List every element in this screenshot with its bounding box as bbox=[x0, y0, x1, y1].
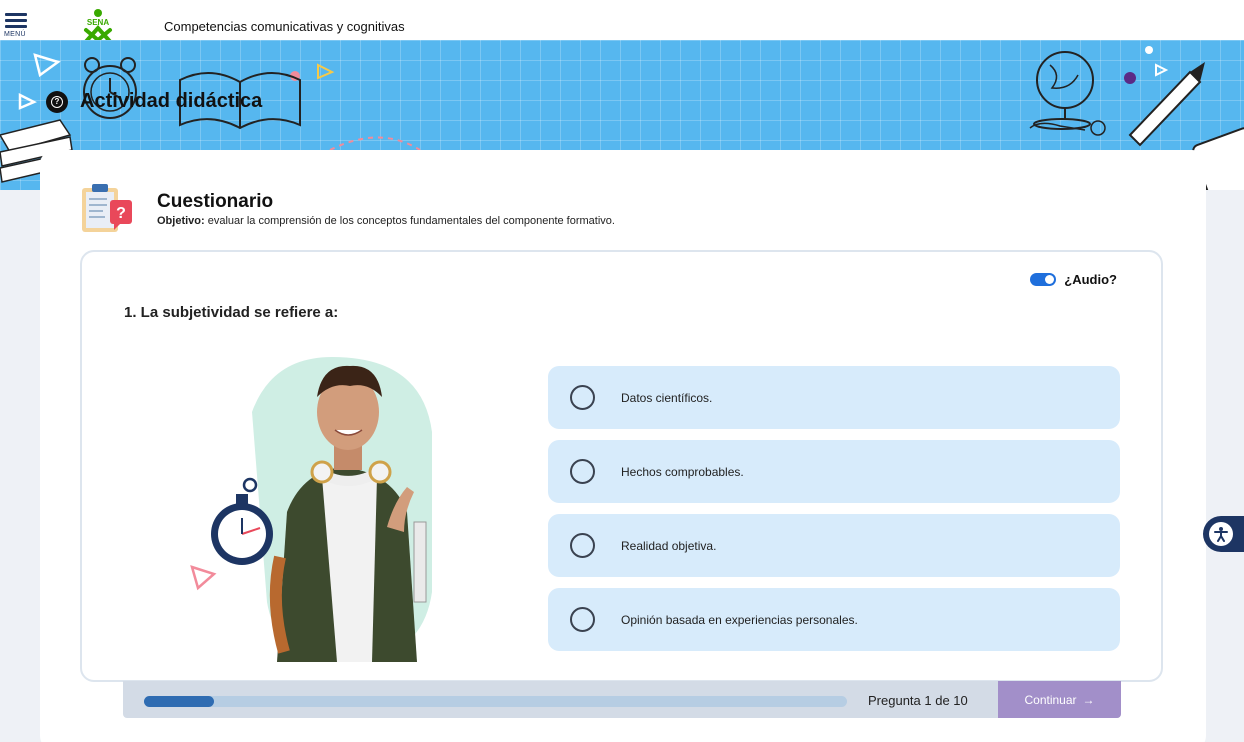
option-label: Hechos comprobables. bbox=[621, 464, 744, 479]
help-circle-icon: ? bbox=[46, 90, 68, 113]
banner-title-group: ? Actividad didáctica bbox=[46, 90, 262, 113]
answer-option[interactable]: Datos científicos. bbox=[548, 366, 1120, 429]
option-label: Opinión basada en experiencias personale… bbox=[621, 612, 858, 627]
clipboard-question-icon: ? bbox=[82, 184, 132, 232]
quiz-header: Cuestionario Objetivo: evaluar la compre… bbox=[157, 191, 615, 227]
course-title: Competencias comunicativas y cognitivas bbox=[164, 19, 405, 34]
question-text: 1. La subjetividad se refiere a: bbox=[124, 304, 339, 321]
audio-label: ¿Audio? bbox=[1064, 272, 1117, 287]
objective-text: evaluar la comprensión de los conceptos … bbox=[204, 215, 615, 227]
radio-unchecked-icon[interactable] bbox=[570, 533, 595, 558]
progress-bar bbox=[144, 696, 847, 707]
toggle-switch-icon[interactable] bbox=[1030, 273, 1057, 286]
page-title: Actividad didáctica bbox=[80, 90, 263, 112]
radio-unchecked-icon[interactable] bbox=[570, 459, 595, 484]
accessibility-button[interactable] bbox=[1203, 516, 1244, 552]
question-box: ¿Audio? 1. La subjetividad se refiere a: bbox=[80, 250, 1163, 682]
answer-options: Datos científicos. Hechos comprobables. … bbox=[548, 366, 1120, 662]
answer-option[interactable]: Opinión basada en experiencias personale… bbox=[548, 588, 1120, 651]
question-counter: Pregunta 1 de 10 bbox=[868, 693, 968, 708]
hamburger-icon-line bbox=[5, 19, 27, 22]
audio-toggle[interactable]: ¿Audio? bbox=[1030, 272, 1117, 287]
radio-unchecked-icon[interactable] bbox=[570, 385, 595, 410]
option-label: Realidad objetiva. bbox=[621, 538, 717, 553]
option-label: Datos científicos. bbox=[621, 390, 713, 405]
main-card: ? Cuestionario Objetivo: evaluar la comp… bbox=[40, 150, 1206, 742]
hamburger-icon-line bbox=[5, 25, 27, 28]
answer-option[interactable]: Hechos comprobables. bbox=[548, 440, 1120, 503]
progress-fill bbox=[144, 696, 215, 707]
continue-label: Continuar bbox=[1024, 692, 1077, 707]
svg-text:?: ? bbox=[116, 205, 126, 222]
student-illustration bbox=[190, 357, 432, 662]
arrow-right-icon: → bbox=[1082, 692, 1095, 707]
menu-label: MENÚ bbox=[4, 31, 26, 38]
quiz-title: Cuestionario bbox=[157, 191, 274, 212]
quiz-objective: Objetivo: evaluar la comprensión de los … bbox=[157, 215, 615, 227]
continue-button[interactable]: Continuar → bbox=[998, 681, 1121, 718]
accessibility-icon bbox=[1209, 522, 1233, 546]
progress-footer: Pregunta 1 de 10 Continuar → bbox=[123, 681, 1121, 718]
hamburger-icon bbox=[5, 13, 27, 16]
objective-label: Objetivo: bbox=[157, 215, 205, 227]
radio-unchecked-icon[interactable] bbox=[570, 607, 595, 632]
answer-option[interactable]: Realidad objetiva. bbox=[548, 514, 1120, 577]
